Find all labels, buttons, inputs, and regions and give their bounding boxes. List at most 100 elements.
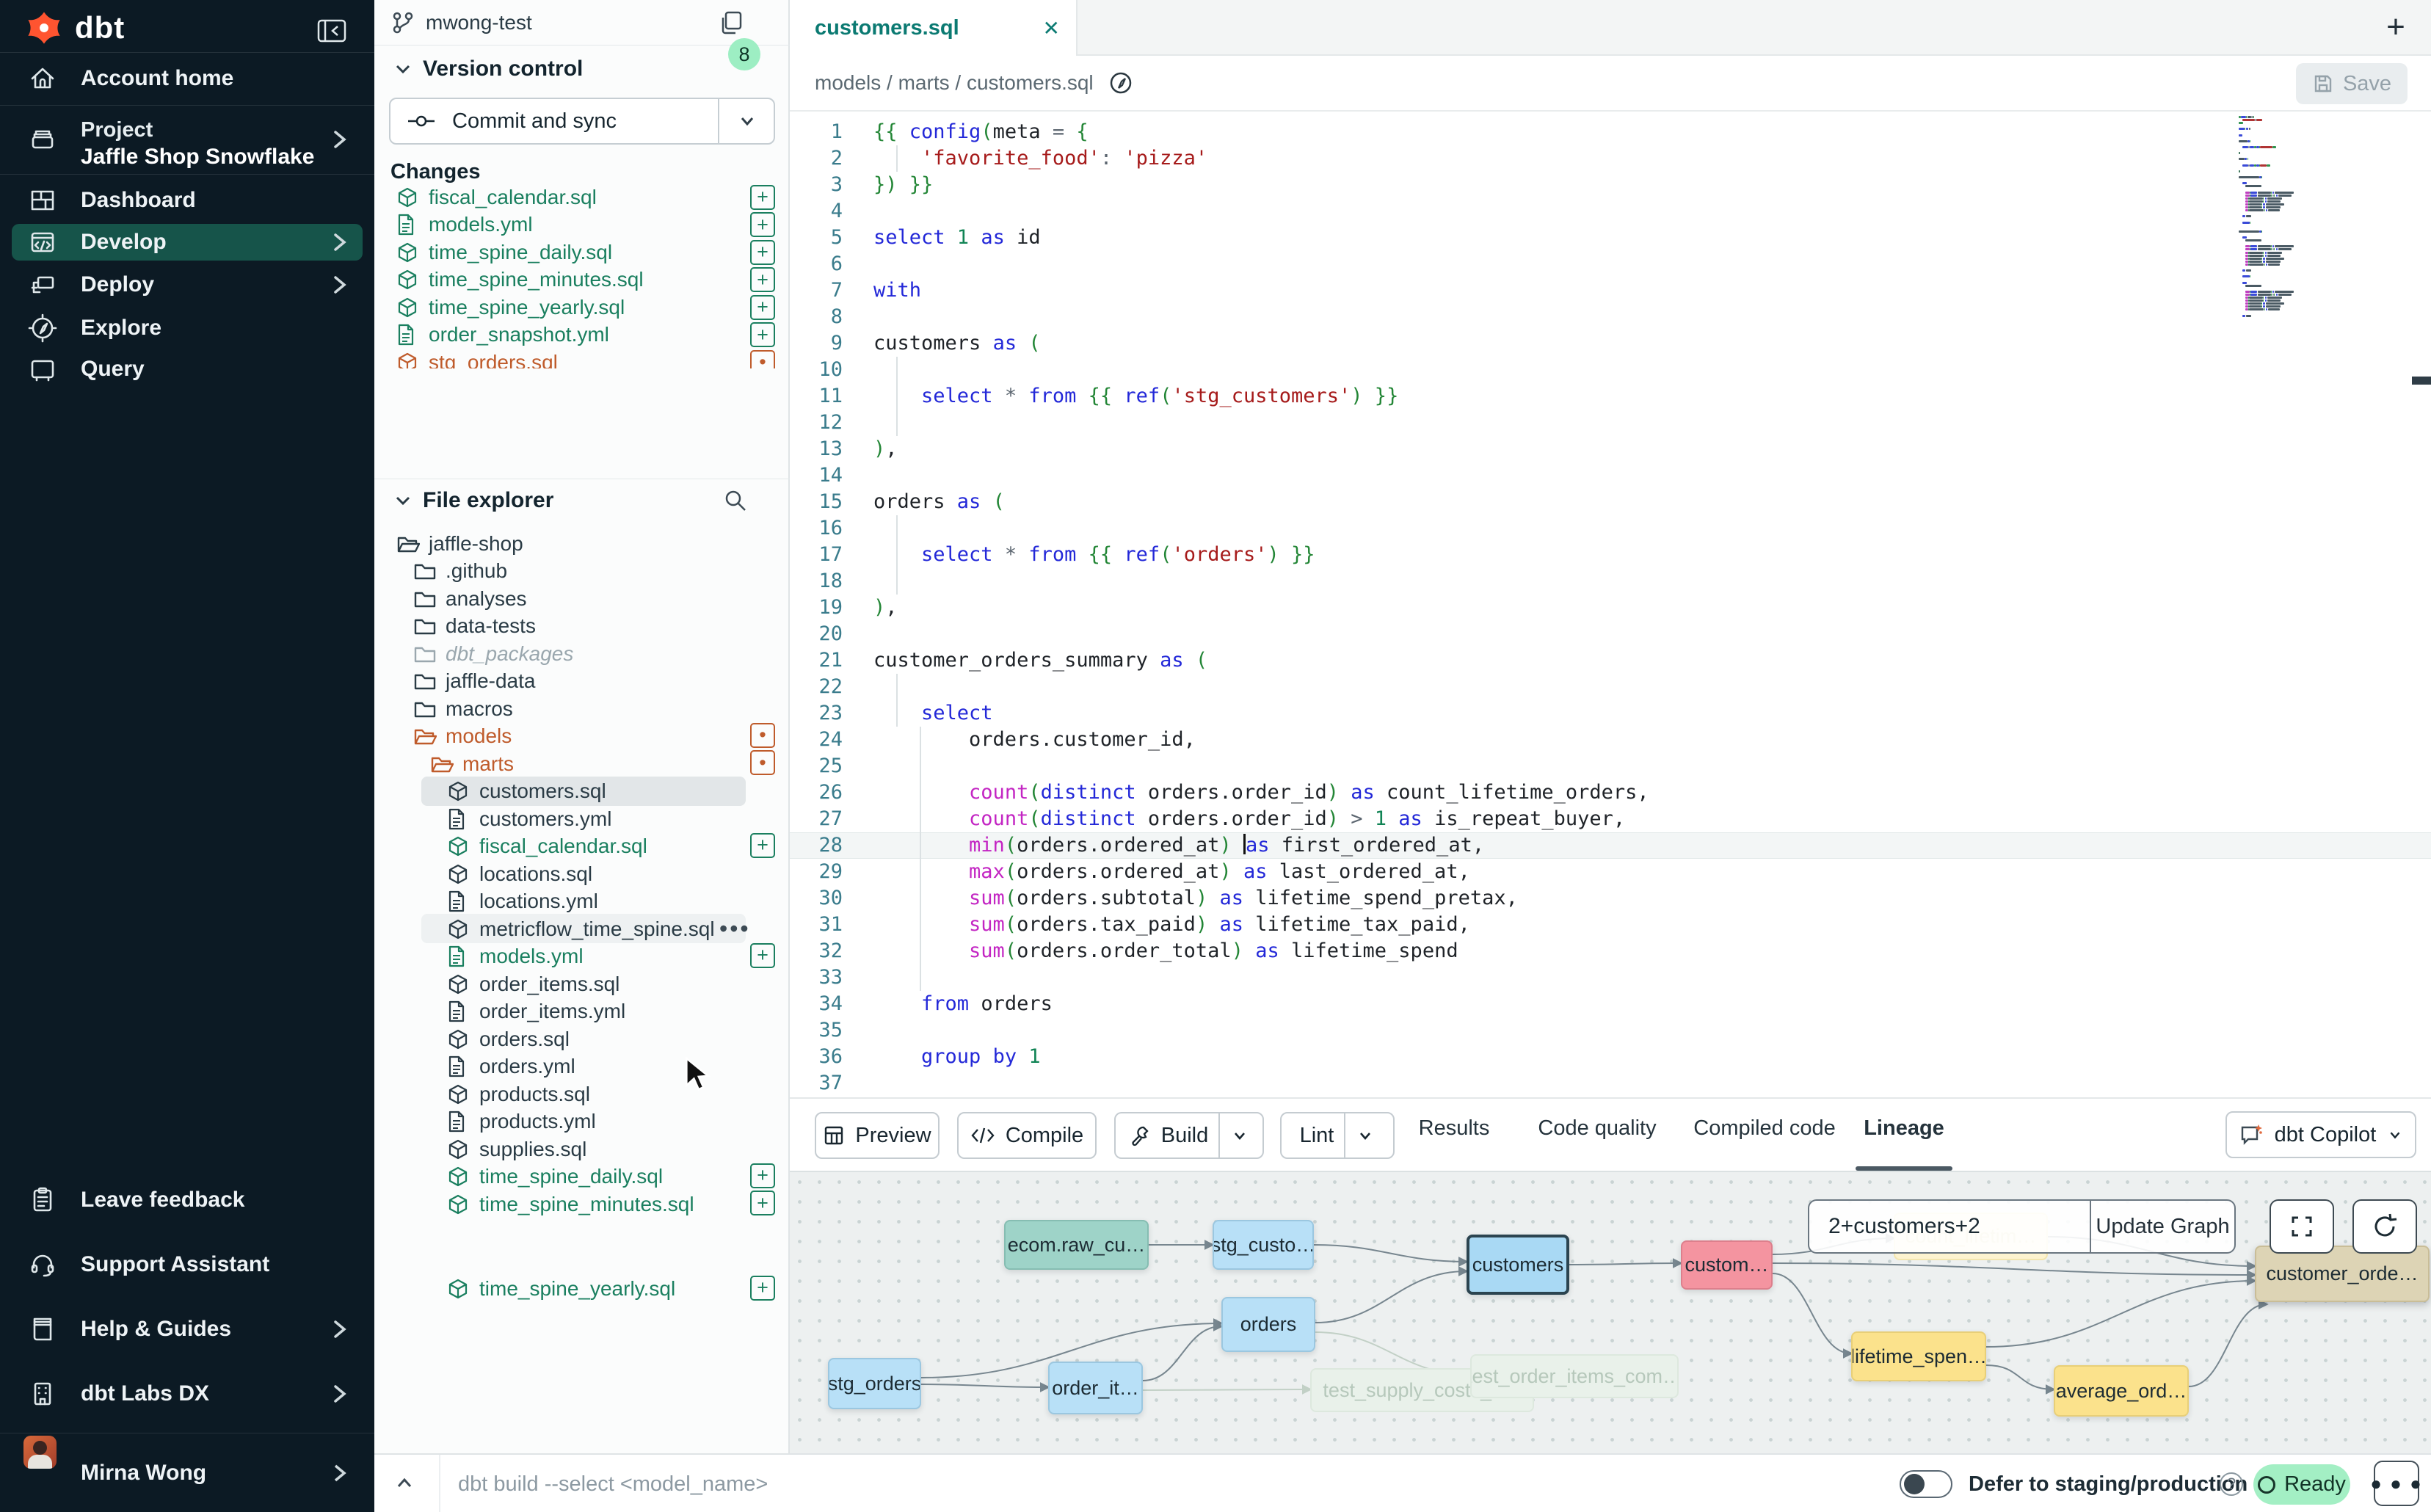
change-status-badge[interactable]: + [750,240,775,265]
code-line-3[interactable]: 3}) }} [790,172,2431,198]
sidebar-item-develop[interactable]: Develop [12,224,363,261]
help-icon[interactable]: ? [2220,1472,2243,1496]
change-row[interactable]: time_spine_daily.sql+ [374,239,790,266]
change-row[interactable]: fiscal_calendar.sql+ [374,183,790,211]
dbt-copilot-button[interactable]: dbt Copilot [2225,1111,2416,1158]
code-line-35[interactable]: 35 [790,1017,2431,1044]
code-line-12[interactable]: 12 [790,410,2431,436]
code-line-1[interactable]: 1{{ config(meta = { [790,119,2431,145]
sidebar-item-project[interactable]: ProjectJaffle Shop Snowflake [0,105,374,174]
lineage-node-average-order[interactable]: average_ord… [2054,1365,2189,1417]
change-status-badge[interactable]: + [750,322,775,347]
code-line-19[interactable]: 19), [790,595,2431,621]
branch-row[interactable]: mwong-test [374,0,790,46]
tree-item-dbt_packages[interactable]: dbt_packages [374,640,790,667]
copy-icon[interactable] [718,10,744,36]
editor-minimap[interactable] [2239,116,2410,329]
code-line-34[interactable]: 34 from orders [790,991,2431,1017]
tab-customers-sql[interactable]: customers.sql ✕ [790,0,1078,56]
lineage-node-stg-orders[interactable]: stg_orders [828,1358,921,1409]
tree-item-marts[interactable]: marts [374,750,790,777]
lint-dropdown-chevron[interactable] [1356,1126,1375,1145]
code-line-32[interactable]: 32 sum(orders.order_total) as lifetime_s… [790,938,2431,964]
tab-code-quality[interactable]: Code quality [1531,1116,1663,1141]
code-line-2[interactable]: 2 'favorite_food': 'pizza' [790,145,2431,172]
tab-lineage[interactable]: Lineage [1864,1116,1944,1141]
preview-button[interactable]: Preview [815,1112,940,1159]
code-line-27[interactable]: 27 count(distinct orders.order_id) > 1 a… [790,806,2431,832]
sidebar-item-user[interactable]: Mirna Wong [0,1452,374,1494]
build-dropdown-chevron[interactable] [1230,1126,1249,1145]
close-icon[interactable]: ✕ [1043,16,1060,40]
tree-item-order_items.sql[interactable]: order_items.sql [374,970,790,997]
sidebar-item-query[interactable]: Query [0,348,374,390]
tree-item-locations.yml[interactable]: locations.yml [374,888,790,915]
row-menu-icon[interactable]: ••• [719,915,751,942]
refresh-button[interactable] [2352,1199,2417,1254]
tree-item-macros[interactable]: macros [374,695,790,722]
change-status-badge[interactable]: + [750,267,775,292]
tree-item-locations.sql[interactable]: locations.sql [374,860,790,887]
lint-button[interactable]: Lint [1280,1112,1395,1159]
sidebar-item-deploy[interactable]: Deploy [0,263,374,306]
lineage-node-customer-orders[interactable]: customer_orde… [2255,1246,2430,1302]
lineage-node-test-order-items[interactable]: test_order_items_com… [1470,1354,1679,1398]
scrollbar-thumb[interactable] [2412,377,2431,385]
update-graph-button[interactable]: Update Graph [2090,1215,2236,1239]
tree-item-.github[interactable]: .github [374,558,790,585]
code-line-15[interactable]: 15orders as ( [790,489,2431,515]
tree-item-models.yml[interactable]: models.yml [374,943,790,970]
tree-item-order_items.yml[interactable]: order_items.yml [374,998,790,1025]
lineage-canvas[interactable]: ecom.raw_cu…stg_custo…stg_ordersorder_it… [790,1171,2431,1453]
sidebar-item-support-assistant[interactable]: Support Assistant [0,1243,374,1286]
tab-results[interactable]: Results [1410,1116,1498,1141]
code-line-36[interactable]: 36 group by 1 [790,1044,2431,1070]
change-status-badge[interactable]: + [750,295,775,320]
code-line-6[interactable]: 6 [790,251,2431,277]
tree-item-customers.sql[interactable]: customers.sql [374,778,790,805]
search-icon[interactable] [722,487,749,514]
code-line-5[interactable]: 5select 1 as id [790,225,2431,251]
change-row[interactable]: time_spine_minutes.sql+ [374,266,790,294]
code-line-9[interactable]: 9customers as ( [790,330,2431,357]
save-button[interactable]: Save [2296,63,2408,104]
change-row[interactable]: time_spine_yearly.sql+ [374,294,790,321]
code-line-26[interactable]: 26 count(distinct orders.order_id) as co… [790,779,2431,806]
tree-item-supplies.sql[interactable]: supplies.sql [374,1135,790,1163]
code-line-4[interactable]: 4 [790,198,2431,225]
change-status-badge[interactable]: + [750,185,775,210]
build-button[interactable]: Build [1114,1112,1264,1159]
compile-button[interactable]: Compile [957,1112,1097,1159]
sidebar-collapse-icon[interactable] [316,16,348,46]
change-row[interactable]: stg_orders.sql• [374,349,790,368]
status-badge[interactable]: Ready [2253,1464,2350,1505]
code-editor[interactable]: 1{{ config(meta = {2 'favorite_food': 'p… [790,112,2431,1097]
code-line-20[interactable]: 20 [790,621,2431,647]
tree-item-fiscal_calendar.sql[interactable]: fiscal_calendar.sql [374,833,790,860]
fullscreen-button[interactable] [2270,1199,2334,1254]
lineage-search-input[interactable]: 2+customers+2 [1828,1214,1980,1239]
commit-and-sync-button[interactable]: Commit and sync [389,98,775,145]
code-line-17[interactable]: 17 select * from {{ ref('orders') }} [790,542,2431,568]
code-line-14[interactable]: 14 [790,462,2431,489]
code-line-37[interactable]: 37 [790,1070,2431,1097]
change-row[interactable]: models.yml+ [374,211,790,239]
code-line-25[interactable]: 25 [790,753,2431,779]
code-line-22[interactable]: 22 [790,674,2431,700]
commit-dropdown-chevron[interactable] [735,109,759,133]
code-line-10[interactable]: 10 [790,357,2431,383]
code-line-8[interactable]: 8 [790,304,2431,330]
lineage-node-orders[interactable]: orders [1221,1297,1315,1352]
code-line-23[interactable]: 23 select [790,700,2431,727]
tree-item-orders.yml[interactable]: orders.yml [374,1053,790,1080]
view-lineage-icon[interactable] [1107,69,1135,97]
code-line-7[interactable]: 7with [790,277,2431,304]
lineage-search-box[interactable]: 2+customers+2 Update Graph [1808,1199,2236,1254]
tree-item-orders.sql[interactable]: orders.sql [374,1025,790,1053]
code-line-21[interactable]: 21customer_orders_summary as ( [790,647,2431,674]
tree-item-jaffle-data[interactable]: jaffle-data [374,668,790,695]
code-line-28[interactable]: 28 min(orders.ordered_at) as first_order… [790,832,2431,859]
more-options-button[interactable]: ● ● ● [2374,1461,2419,1506]
tree-item-time_spine_daily.sql[interactable]: time_spine_daily.sql [374,1163,790,1191]
tree-item-analyses[interactable]: analyses [374,585,790,612]
